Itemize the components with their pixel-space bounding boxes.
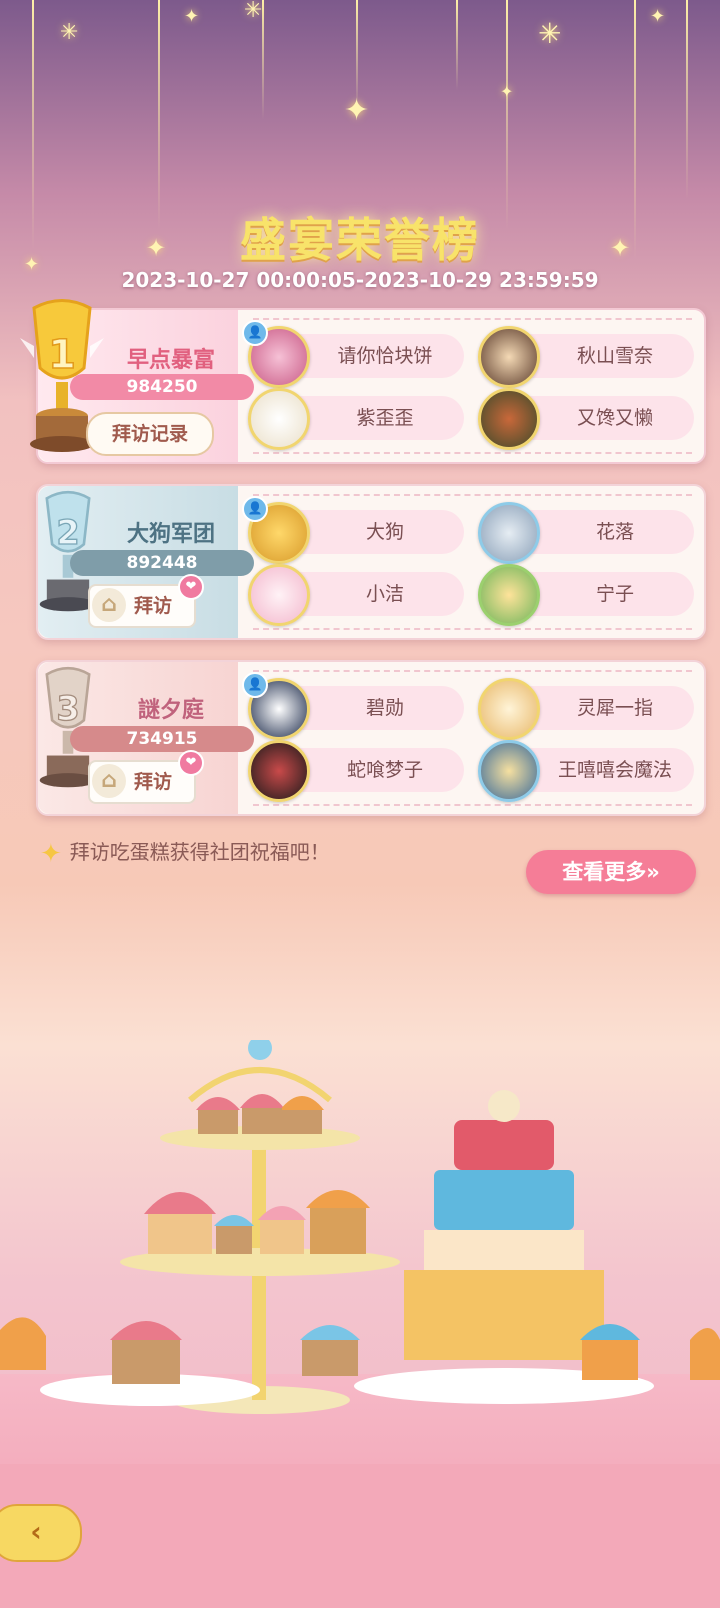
avatar: [248, 388, 310, 450]
cake-scene-illustration: [0, 1040, 720, 1414]
avatar: [478, 388, 540, 450]
member-item[interactable]: 秋山雪奈: [478, 326, 694, 388]
avatar: [478, 740, 540, 802]
sparkle-icon: ✦: [344, 93, 370, 128]
member-item[interactable]: 花落: [478, 502, 694, 564]
avatar: [478, 678, 540, 740]
star-icon: ✦: [40, 838, 62, 869]
rank-card-3: 3 謎夕庭 734915 ⌂ 拜访 ❤ 👤 碧勋 灵犀一指 蛇喰梦子 王嘻嘻会魔…: [36, 660, 706, 816]
avatar: [478, 564, 540, 626]
leader-icon: 👤: [242, 496, 268, 522]
visit-button[interactable]: ⌂ 拜访 ❤: [88, 574, 204, 628]
leader-icon: 👤: [242, 320, 268, 346]
view-more-button[interactable]: 查看更多»: [526, 850, 696, 894]
member-name: 王嘻嘻会魔法: [557, 759, 672, 781]
sparkle-icon: ✦: [500, 82, 514, 101]
date-range: 2023-10-27 00:00:05-2023-10-29 23:59:59: [121, 268, 599, 292]
member-name: 蛇喰梦子: [346, 759, 423, 781]
house-icon: ⌂: [92, 588, 126, 622]
member-item[interactable]: 宁子: [478, 564, 694, 626]
sparkle-icon: ✳: [60, 20, 79, 45]
sparkle-icon: ✦: [184, 6, 200, 27]
member-item[interactable]: 小洁: [248, 564, 464, 626]
heart-icon: ❤: [178, 750, 204, 776]
sparkle-icon: ✦: [650, 6, 666, 27]
member-item[interactable]: 王嘻嘻会魔法: [478, 740, 694, 802]
back-button[interactable]: ‹: [0, 1504, 82, 1562]
rank-number: 1: [48, 332, 76, 378]
rank-card-2: 2 大狗军团 892448 ⌂ 拜访 ❤ 👤 大狗 花落 小洁 宁子: [36, 484, 706, 640]
team-score: 984250: [70, 374, 254, 400]
team-name: 謎夕庭: [137, 698, 204, 723]
member-name: 碧勋: [365, 697, 404, 719]
member-name: 宁子: [595, 583, 634, 605]
team-score: 892448: [70, 550, 254, 576]
table-front: [0, 1464, 720, 1608]
member-name: 大狗: [365, 521, 404, 543]
member-item[interactable]: 又馋又懒: [478, 388, 694, 450]
member-name: 灵犀一指: [576, 697, 653, 719]
leader-icon: 👤: [242, 672, 268, 698]
avatar: [478, 326, 540, 388]
team-name: 大狗军团: [126, 522, 215, 547]
avatar: [248, 740, 310, 802]
sparkle-icon: ✳: [244, 0, 263, 23]
member-item[interactable]: 蛇喰梦子: [248, 740, 464, 802]
rank-number: 3: [56, 689, 79, 728]
house-icon: ⌂: [92, 764, 126, 798]
member-item[interactable]: 灵犀一指: [478, 678, 694, 740]
avatar: [478, 502, 540, 564]
member-name: 请你恰块饼: [337, 345, 433, 367]
member-item[interactable]: 👤 大狗: [242, 496, 464, 564]
member-item[interactable]: 紫歪歪: [248, 388, 464, 450]
team-name: 早点暴富: [126, 348, 215, 373]
member-name: 紫歪歪: [356, 407, 414, 429]
sparkle-icon: ✳: [538, 17, 562, 50]
back-arrow-icon: ‹: [30, 1515, 42, 1548]
rank-number: 2: [56, 513, 79, 552]
heart-icon: ❤: [178, 574, 204, 600]
visit-tip: ✦ 拜访吃蛋糕获得社团祝福吧！: [40, 838, 330, 869]
member-name: 又馋又懒: [576, 407, 653, 429]
visit-button[interactable]: ⌂ 拜访 ❤: [88, 750, 204, 804]
member-item[interactable]: 👤 碧勋: [242, 672, 464, 740]
member-item[interactable]: 👤 请你恰块饼: [242, 320, 464, 388]
avatar: [248, 564, 310, 626]
visit-record-button[interactable]: 拜访记录: [86, 412, 214, 456]
member-name: 秋山雪奈: [576, 345, 653, 367]
rank-card-1: 1 早点暴富 984250 拜访记录 👤 请你恰块饼 秋山雪奈 紫歪歪 又馋又懒: [20, 299, 706, 464]
team-score: 734915: [70, 726, 254, 752]
member-name: 小洁: [365, 583, 404, 605]
page-title: 盛宴荣誉榜: [240, 213, 480, 267]
member-name: 花落: [595, 521, 634, 543]
